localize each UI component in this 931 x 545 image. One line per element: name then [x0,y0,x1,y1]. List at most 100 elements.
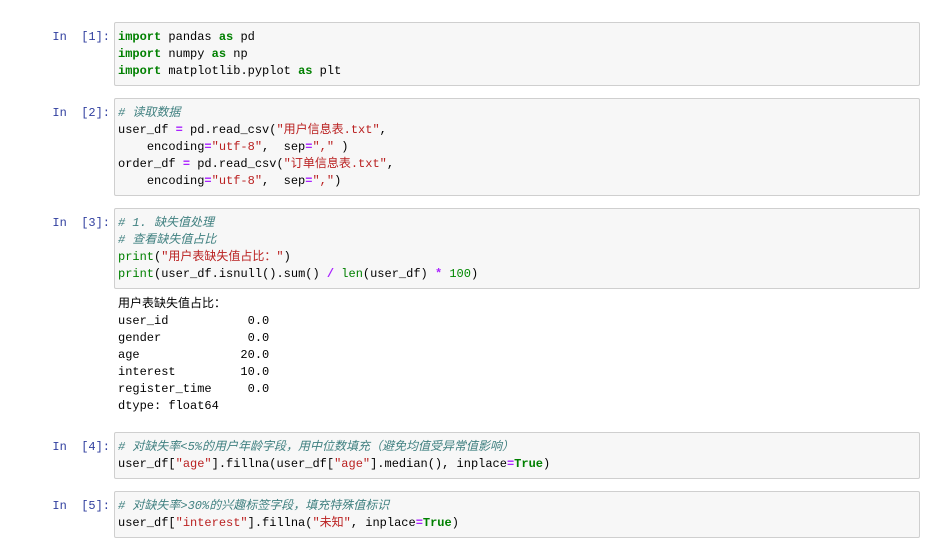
operator-token: / [326,267,335,281]
operator-token: = [204,174,212,188]
operator-token: = [204,140,212,154]
string-token: "用户信息表.txt" [276,123,380,137]
code-cell-1[interactable]: In [1]: import pandas as pd import numpy… [0,22,931,86]
builtin-token: print [118,250,155,264]
code-editor[interactable]: import pandas as pd import numpy as np i… [114,22,920,86]
plain-token: encoding [146,140,205,154]
plain-token: [ [326,457,335,471]
plain-token: . [240,64,248,78]
string-token: "utf-8" [211,140,263,154]
keyword-token: import [118,47,162,61]
output-line: interest 10.0 [118,365,270,379]
code-line[interactable]: print(user_df.isnull().sum() / len(user_… [118,266,916,283]
code-line[interactable]: # 读取数据 [118,105,916,122]
string-token: "age" [175,457,212,471]
output-line: register_time 0.0 [118,382,270,396]
code-line[interactable]: print("用户表缺失值占比：") [118,249,916,266]
operator-token: = [175,123,183,137]
plain-token: user_df [118,123,169,137]
plain-token: [ [168,516,176,530]
code-line[interactable]: order_df = pd.read_csv("订单信息表.txt", [118,156,916,173]
comment-token: # 对缺失率>30%的兴趣标签字段，填充特殊值标识 [118,499,390,513]
plain-token: (), [427,457,450,471]
plain-token: sep [283,140,306,154]
plain-token: ) [420,267,428,281]
code-cell-5[interactable]: In [5]: # 对缺失率>30%的兴趣标签字段，填充特殊值标识 user_d… [0,491,931,538]
builtin-token: len [341,267,363,281]
code-editor[interactable]: # 读取数据 user_df = pd.read_csv("用户信息表.txt"… [114,98,920,196]
string-token: "用户表缺失值占比：" [161,250,284,264]
code-line[interactable]: import numpy as np [118,46,916,63]
plain-token: np [233,47,248,61]
comment-token: # 读取数据 [118,106,181,120]
plain-token: , [386,157,395,171]
code-line[interactable]: # 对缺失率>30%的兴趣标签字段，填充特殊值标识 [118,498,916,515]
plain-token: fillna [226,457,270,471]
input-prompt: In [5]: [52,499,110,513]
code-line[interactable]: import pandas as pd [118,29,916,46]
code-line[interactable]: import matplotlib.pyplot as plt [118,63,916,80]
code-cell-2[interactable]: In [2]: # 读取数据 user_df = pd.read_csv("用户… [0,98,931,196]
plain-token: pd [190,123,205,137]
plain-token: ) [283,250,291,264]
plain-token: , [350,516,359,530]
plain-token: ) [341,140,349,154]
plain-token: read_csv [211,123,270,137]
plain-token: ) [542,457,551,471]
plain-token: () [305,267,320,281]
string-token: "," [312,140,335,154]
plain-token: sep [283,174,306,188]
code-cell-4[interactable]: In [4]: # 对缺失率<5%的用户年龄字段，用中位数填充（避免均值受异常值… [0,432,931,479]
output-line: age 20.0 [118,348,270,362]
code-line[interactable]: encoding="utf-8", sep=",") [118,173,916,190]
plain-token: fillna [262,516,306,530]
operator-token: = [182,157,191,171]
plain-token: pd [197,157,212,171]
notebook: In [1]: import pandas as pd import numpy… [0,22,931,538]
input-row: In [4]: # 对缺失率<5%的用户年龄字段，用中位数填充（避免均值受异常值… [0,432,931,479]
keyword-token: import [118,64,162,78]
keyword-token: as [218,30,234,44]
cell-output: 用户表缺失值占比： user_id 0.0 gender 0.0 age 20.… [114,289,920,420]
code-line[interactable]: user_df["interest"].fillna("未知", inplace… [118,515,916,532]
plain-token: plt [319,64,342,78]
plain-token: user_df [161,267,212,281]
code-editor[interactable]: # 对缺失率>30%的兴趣标签字段，填充特殊值标识 user_df["inter… [114,491,920,538]
number-token: 100 [449,267,471,281]
code-line[interactable]: # 查看缺失值占比 [118,232,916,249]
code-line[interactable]: user_df["age"].fillna(user_df["age"].med… [118,456,916,473]
keyword-token: import [118,30,162,44]
output-line: 用户表缺失值占比： [118,297,227,311]
keyword-token: True [422,516,452,530]
string-token: "未知" [312,516,351,530]
code-line[interactable]: user_df = pd.read_csv("用户信息表.txt", [118,122,916,139]
plain-token: . [211,157,219,171]
plain-token: inplace [365,516,416,530]
code-line[interactable]: encoding="utf-8", sep="," ) [118,139,916,156]
plain-token: ]. [370,457,385,471]
input-prompt: In [4]: [52,440,110,454]
code-editor[interactable]: # 对缺失率<5%的用户年龄字段，用中位数填充（避免均值受异常值影响） user… [114,432,920,479]
plain-token: pd [240,30,255,44]
code-line[interactable]: # 1. 缺失值处理 [118,215,916,232]
input-row: In [2]: # 读取数据 user_df = pd.read_csv("用户… [0,98,931,196]
string-token: "," [312,174,335,188]
string-token: "订单信息表.txt" [283,157,387,171]
comment-token: # 查看缺失值占比 [118,233,217,247]
code-line[interactable]: # 对缺失率<5%的用户年龄字段，用中位数填充（避免均值受异常值影响） [118,439,916,456]
plain-token: ]. [247,516,263,530]
string-token: "age" [334,457,371,471]
code-editor[interactable]: # 1. 缺失值处理 # 查看缺失值占比 print("用户表缺失值占比：") … [114,208,920,289]
code-cell-3[interactable]: In [3]: # 1. 缺失值处理 # 查看缺失值占比 print("用户表缺… [0,208,931,420]
